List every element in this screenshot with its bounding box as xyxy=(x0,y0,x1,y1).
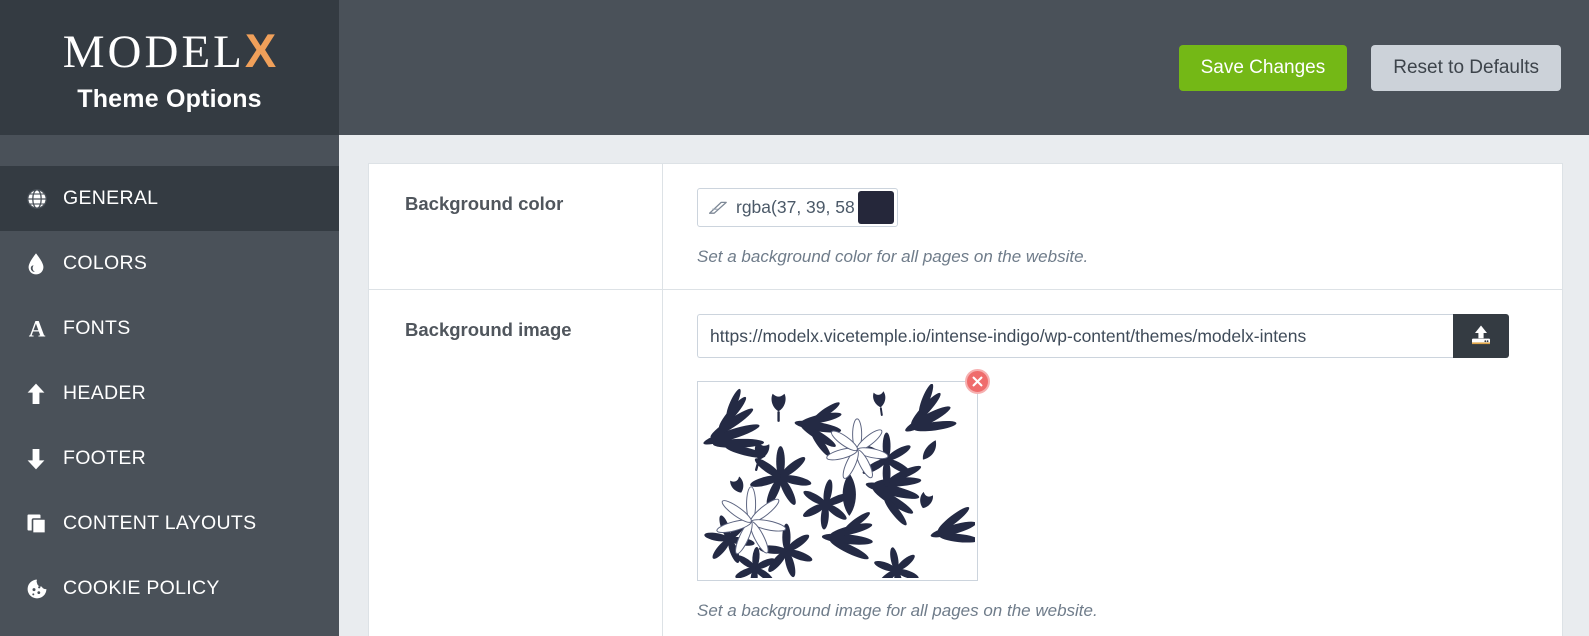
background-color-label: Background color xyxy=(405,193,564,214)
theme-options-app: MODELX Theme Options GENERAL COLORS A FO… xyxy=(0,0,1589,636)
sidebar-item-content-layouts[interactable]: CONTENT LAYOUTS xyxy=(0,491,339,556)
sidebar-item-label: GENERAL xyxy=(63,187,159,209)
floral-pattern-image xyxy=(700,384,975,578)
field-control-cell: Set a background image for all pages on … xyxy=(663,290,1562,636)
background-image-url-row xyxy=(697,314,1509,358)
cookie-icon xyxy=(25,577,61,601)
sidebar-item-label: FONTS xyxy=(63,317,131,339)
arrow-up-icon xyxy=(25,382,61,406)
settings-panel: Background color rgba(37, 39, 58 Set a b… xyxy=(368,163,1563,636)
arrow-down-icon xyxy=(25,447,61,471)
field-row-background-color: Background color rgba(37, 39, 58 Set a b… xyxy=(369,164,1562,290)
field-label-cell: Background image xyxy=(369,290,663,636)
sidebar-item-general[interactable]: GENERAL xyxy=(0,166,339,231)
letter-a-icon: A xyxy=(25,317,61,341)
svg-text:A: A xyxy=(29,317,46,341)
globe-icon xyxy=(25,187,61,211)
sidebar: MODELX Theme Options GENERAL COLORS A FO… xyxy=(0,0,339,636)
preview-frame xyxy=(697,381,978,581)
close-circle-icon[interactable] xyxy=(965,369,990,394)
brand-subtitle: Theme Options xyxy=(77,85,262,113)
brand-header: MODELX Theme Options xyxy=(0,0,339,135)
sidebar-item-label: COOKIE POLICY xyxy=(63,577,220,599)
logo: MODELX xyxy=(63,27,276,76)
top-toolbar: Save Changes Reset to Defaults xyxy=(339,0,1589,135)
sidebar-nav: GENERAL COLORS A FONTS HEADER FOOTER CON… xyxy=(0,166,339,621)
upload-button[interactable] xyxy=(1453,314,1509,358)
save-changes-button[interactable]: Save Changes xyxy=(1178,44,1348,91)
sidebar-item-footer[interactable]: FOOTER xyxy=(0,426,339,491)
sidebar-item-label: COLORS xyxy=(63,252,148,274)
sidebar-item-colors[interactable]: COLORS xyxy=(0,231,339,296)
background-image-help: Set a background image for all pages on … xyxy=(697,601,1098,620)
background-image-label: Background image xyxy=(405,319,572,340)
background-color-help: Set a background color for all pages on … xyxy=(697,247,1089,266)
reset-to-defaults-button[interactable]: Reset to Defaults xyxy=(1371,44,1561,91)
sidebar-item-label: CONTENT LAYOUTS xyxy=(63,512,257,534)
sidebar-spacer xyxy=(0,135,339,166)
color-value-text: rgba(37, 39, 58 xyxy=(736,197,855,217)
field-label-cell: Background color xyxy=(369,164,663,289)
sidebar-item-label: FOOTER xyxy=(63,447,147,469)
sidebar-item-label: HEADER xyxy=(63,382,147,404)
sidebar-item-fonts[interactable]: A FONTS xyxy=(0,296,339,361)
sidebar-item-cookie-policy[interactable]: COOKIE POLICY xyxy=(0,556,339,621)
content-area: Background color rgba(37, 39, 58 Set a b… xyxy=(339,135,1589,636)
main-area: Save Changes Reset to Defaults Backgroun… xyxy=(339,0,1589,636)
field-row-background-image: Background image https://modelx.vicetemp… xyxy=(369,290,1562,636)
logo-text: MODEL xyxy=(62,26,245,78)
logo-accent-x: X xyxy=(244,24,277,77)
color-swatch[interactable] xyxy=(858,191,894,224)
background-image-preview xyxy=(697,369,990,581)
color-picker-field[interactable]: rgba(37, 39, 58 xyxy=(697,188,898,227)
droplet-icon xyxy=(25,252,61,276)
eraser-icon[interactable] xyxy=(708,200,732,216)
background-image-url-input[interactable] xyxy=(697,314,1453,358)
upload-icon xyxy=(1468,322,1494,351)
sidebar-item-header[interactable]: HEADER xyxy=(0,361,339,426)
layers-icon xyxy=(25,512,61,536)
field-control-cell: rgba(37, 39, 58 Set a background color f… xyxy=(663,164,1562,289)
